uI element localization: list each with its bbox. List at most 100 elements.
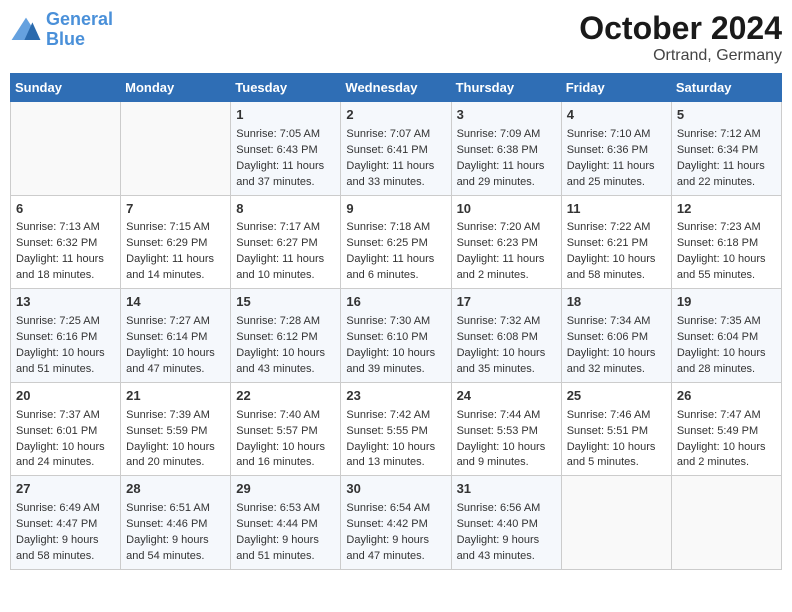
day-number: 29 bbox=[236, 480, 335, 499]
day-info-line: Sunset: 4:47 PM bbox=[16, 517, 115, 533]
page-header: General Blue October 2024 Ortrand, Germa… bbox=[10, 10, 782, 65]
day-info-line: Sunrise: 6:51 AM bbox=[126, 501, 225, 517]
calendar-cell: 21Sunrise: 7:39 AMSunset: 5:59 PMDayligh… bbox=[121, 382, 231, 476]
day-number: 23 bbox=[346, 387, 445, 406]
weekday-header: Sunday bbox=[11, 74, 121, 102]
calendar-cell: 11Sunrise: 7:22 AMSunset: 6:21 PMDayligh… bbox=[561, 195, 671, 289]
day-info-line: Sunrise: 7:30 AM bbox=[346, 314, 445, 330]
day-info-line: Daylight: 10 hours bbox=[236, 346, 335, 362]
calendar-cell: 23Sunrise: 7:42 AMSunset: 5:55 PMDayligh… bbox=[341, 382, 451, 476]
day-info-line: Sunrise: 7:37 AM bbox=[16, 408, 115, 424]
day-info-line: and 16 minutes. bbox=[236, 455, 335, 471]
day-info-line: Sunset: 6:04 PM bbox=[677, 330, 776, 346]
day-info-line: Sunset: 6:27 PM bbox=[236, 236, 335, 252]
logo-icon bbox=[10, 16, 42, 44]
day-info-line: Sunset: 6:29 PM bbox=[126, 236, 225, 252]
day-info-line: and 6 minutes. bbox=[346, 268, 445, 284]
day-info-line: Sunset: 6:38 PM bbox=[457, 143, 556, 159]
day-info-line: and 22 minutes. bbox=[677, 175, 776, 191]
logo-text: General Blue bbox=[46, 10, 113, 50]
day-info-line: and 2 minutes. bbox=[677, 455, 776, 471]
day-info-line: Sunset: 6:12 PM bbox=[236, 330, 335, 346]
day-number: 6 bbox=[16, 200, 115, 219]
day-info-line: and 18 minutes. bbox=[16, 268, 115, 284]
day-info-line: Daylight: 10 hours bbox=[677, 252, 776, 268]
day-info-line: Daylight: 9 hours bbox=[126, 533, 225, 549]
day-info-line: Sunrise: 6:53 AM bbox=[236, 501, 335, 517]
day-info-line: Daylight: 9 hours bbox=[457, 533, 556, 549]
calendar-cell: 19Sunrise: 7:35 AMSunset: 6:04 PMDayligh… bbox=[671, 289, 781, 383]
day-info-line: Sunrise: 7:15 AM bbox=[126, 220, 225, 236]
day-info-line: and 24 minutes. bbox=[16, 455, 115, 471]
day-info-line: Daylight: 11 hours bbox=[16, 252, 115, 268]
day-info-line: Sunset: 6:34 PM bbox=[677, 143, 776, 159]
day-info-line: Daylight: 10 hours bbox=[567, 252, 666, 268]
day-info-line: Sunrise: 7:05 AM bbox=[236, 127, 335, 143]
day-number: 17 bbox=[457, 293, 556, 312]
calendar-cell: 14Sunrise: 7:27 AMSunset: 6:14 PMDayligh… bbox=[121, 289, 231, 383]
day-info-line: Daylight: 10 hours bbox=[677, 346, 776, 362]
calendar-cell: 28Sunrise: 6:51 AMSunset: 4:46 PMDayligh… bbox=[121, 476, 231, 570]
day-info-line: Daylight: 11 hours bbox=[236, 252, 335, 268]
day-number: 26 bbox=[677, 387, 776, 406]
day-info-line: Sunset: 6:41 PM bbox=[346, 143, 445, 159]
calendar-cell bbox=[11, 102, 121, 196]
day-info-line: Daylight: 11 hours bbox=[677, 159, 776, 175]
day-info-line: Sunrise: 7:42 AM bbox=[346, 408, 445, 424]
calendar-cell: 24Sunrise: 7:44 AMSunset: 5:53 PMDayligh… bbox=[451, 382, 561, 476]
day-info-line: Daylight: 10 hours bbox=[236, 440, 335, 456]
day-info-line: and 54 minutes. bbox=[126, 549, 225, 565]
day-info-line: and 29 minutes. bbox=[457, 175, 556, 191]
calendar-week-row: 6Sunrise: 7:13 AMSunset: 6:32 PMDaylight… bbox=[11, 195, 782, 289]
day-number: 3 bbox=[457, 106, 556, 125]
day-info-line: Daylight: 11 hours bbox=[457, 159, 556, 175]
calendar-cell: 8Sunrise: 7:17 AMSunset: 6:27 PMDaylight… bbox=[231, 195, 341, 289]
day-info-line: and 55 minutes. bbox=[677, 268, 776, 284]
day-info-line: Daylight: 10 hours bbox=[126, 440, 225, 456]
day-info-line: Sunrise: 7:39 AM bbox=[126, 408, 225, 424]
day-info-line: Sunset: 6:21 PM bbox=[567, 236, 666, 252]
day-number: 16 bbox=[346, 293, 445, 312]
day-info-line: and 47 minutes. bbox=[126, 362, 225, 378]
day-info-line: Sunset: 4:46 PM bbox=[126, 517, 225, 533]
day-info-line: Daylight: 11 hours bbox=[346, 159, 445, 175]
day-info-line: Sunset: 6:10 PM bbox=[346, 330, 445, 346]
calendar-week-row: 1Sunrise: 7:05 AMSunset: 6:43 PMDaylight… bbox=[11, 102, 782, 196]
day-info-line: and 25 minutes. bbox=[567, 175, 666, 191]
day-info-line: Sunrise: 7:40 AM bbox=[236, 408, 335, 424]
day-info-line: Sunrise: 7:12 AM bbox=[677, 127, 776, 143]
day-info-line: and 37 minutes. bbox=[236, 175, 335, 191]
day-info-line: Daylight: 10 hours bbox=[457, 440, 556, 456]
day-info-line: and 28 minutes. bbox=[677, 362, 776, 378]
day-info-line: Daylight: 10 hours bbox=[346, 440, 445, 456]
day-info-line: and 58 minutes. bbox=[16, 549, 115, 565]
calendar-cell: 10Sunrise: 7:20 AMSunset: 6:23 PMDayligh… bbox=[451, 195, 561, 289]
day-info-line: Sunset: 6:43 PM bbox=[236, 143, 335, 159]
calendar-table: SundayMondayTuesdayWednesdayThursdayFrid… bbox=[10, 73, 782, 570]
calendar-cell: 26Sunrise: 7:47 AMSunset: 5:49 PMDayligh… bbox=[671, 382, 781, 476]
day-info-line: and 43 minutes. bbox=[236, 362, 335, 378]
day-info-line: Sunrise: 7:13 AM bbox=[16, 220, 115, 236]
calendar-cell: 9Sunrise: 7:18 AMSunset: 6:25 PMDaylight… bbox=[341, 195, 451, 289]
day-info-line: Daylight: 9 hours bbox=[16, 533, 115, 549]
day-number: 10 bbox=[457, 200, 556, 219]
calendar-cell: 22Sunrise: 7:40 AMSunset: 5:57 PMDayligh… bbox=[231, 382, 341, 476]
day-number: 5 bbox=[677, 106, 776, 125]
weekday-header: Thursday bbox=[451, 74, 561, 102]
day-info-line: Sunset: 6:32 PM bbox=[16, 236, 115, 252]
day-info-line: Sunset: 6:16 PM bbox=[16, 330, 115, 346]
day-info-line: Daylight: 9 hours bbox=[346, 533, 445, 549]
day-info-line: Sunrise: 7:09 AM bbox=[457, 127, 556, 143]
day-info-line: Daylight: 10 hours bbox=[567, 440, 666, 456]
day-info-line: and 10 minutes. bbox=[236, 268, 335, 284]
calendar-cell: 4Sunrise: 7:10 AMSunset: 6:36 PMDaylight… bbox=[561, 102, 671, 196]
day-number: 8 bbox=[236, 200, 335, 219]
day-info-line: and 14 minutes. bbox=[126, 268, 225, 284]
calendar-cell bbox=[121, 102, 231, 196]
day-info-line: Daylight: 10 hours bbox=[567, 346, 666, 362]
day-info-line: and 33 minutes. bbox=[346, 175, 445, 191]
day-number: 20 bbox=[16, 387, 115, 406]
day-info-line: and 5 minutes. bbox=[567, 455, 666, 471]
calendar-cell: 12Sunrise: 7:23 AMSunset: 6:18 PMDayligh… bbox=[671, 195, 781, 289]
day-info-line: and 43 minutes. bbox=[457, 549, 556, 565]
